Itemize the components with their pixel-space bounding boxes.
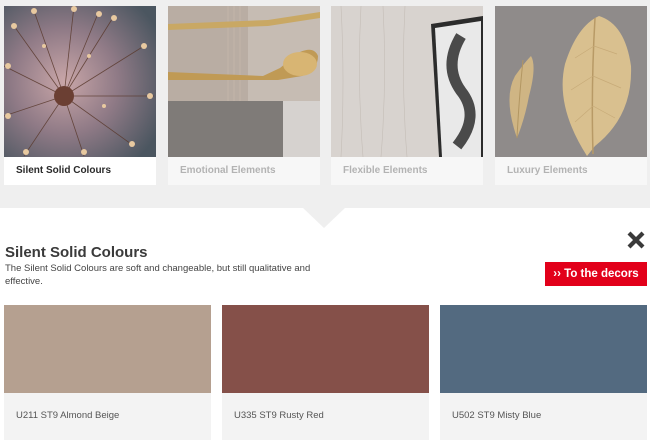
category-card-flexible-elements[interactable]: Flexible Elements	[331, 6, 483, 185]
decor-color-chip	[4, 305, 211, 393]
category-label: Silent Solid Colours	[16, 165, 112, 176]
category-card-silent-solid-colours[interactable]: Silent Solid Colours	[4, 6, 156, 185]
decor-name: U335 ST9 Rusty Red	[234, 410, 324, 421]
category-card-luxury-elements[interactable]: Luxury Elements	[495, 6, 647, 185]
category-label: Flexible Elements	[343, 165, 428, 176]
cutlery-photo-image	[168, 6, 320, 157]
decor-color-chip	[222, 305, 429, 393]
decor-name: U502 ST9 Misty Blue	[452, 410, 542, 421]
category-label: Emotional Elements	[180, 165, 276, 176]
decor-card-misty-blue[interactable]: U502 ST9 Misty Blue	[440, 305, 647, 440]
flower-photo-image	[4, 6, 156, 157]
gold-leaf-photo-image	[495, 6, 647, 157]
decor-card-almond-beige[interactable]: U211 ST9 Almond Beige	[4, 305, 211, 440]
to-the-decors-button[interactable]: ›› To the decors	[545, 262, 647, 286]
close-icon[interactable]	[626, 230, 646, 250]
detail-description: The Silent Solid Colours are soft and ch…	[5, 263, 311, 287]
frame-photo-image	[331, 6, 483, 157]
detail-title: Silent Solid Colours	[5, 244, 148, 261]
category-label: Luxury Elements	[507, 165, 588, 176]
decor-color-chip	[440, 305, 647, 393]
decor-card-rusty-red[interactable]: U335 ST9 Rusty Red	[222, 305, 429, 440]
active-category-pointer	[302, 207, 346, 228]
decor-name: U211 ST9 Almond Beige	[16, 410, 120, 421]
category-card-emotional-elements[interactable]: Emotional Elements	[168, 6, 320, 185]
